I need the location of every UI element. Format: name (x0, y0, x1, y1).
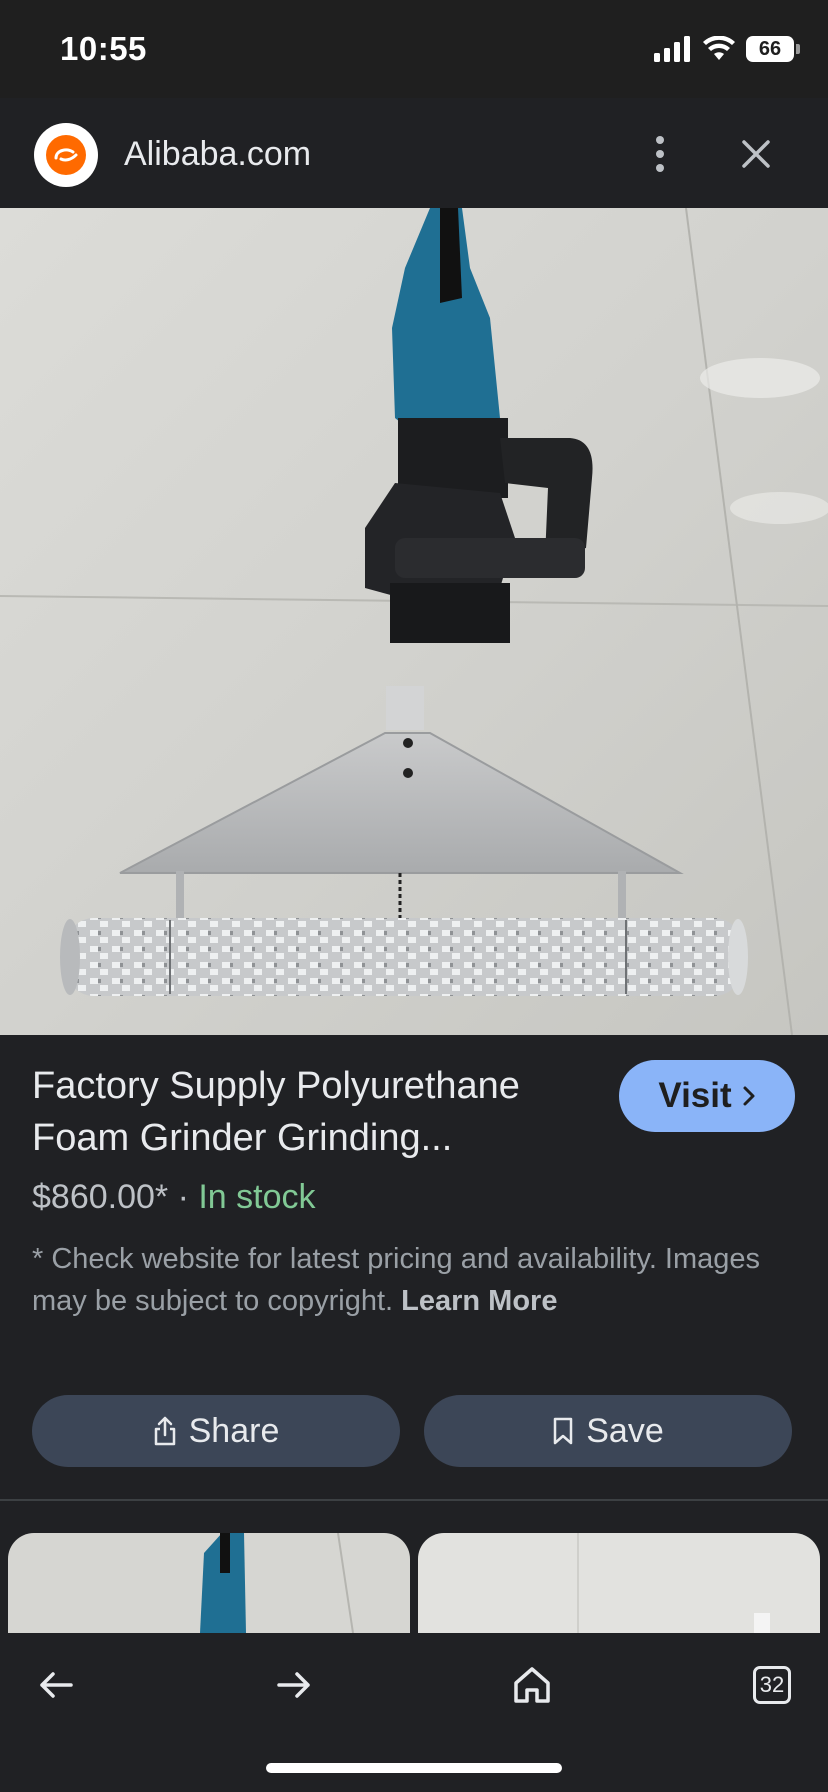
battery-level: 66 (758, 37, 782, 60)
share-label: Share (188, 1411, 280, 1450)
visit-label: Visit (658, 1076, 732, 1115)
disclaimer: * Check website for latest pricing and a… (32, 1238, 802, 1322)
site-logo[interactable] (34, 123, 98, 187)
bottom-nav: 32 (0, 1633, 828, 1792)
divider (0, 1499, 828, 1501)
tabs-count: 32 (753, 1666, 791, 1704)
signal-icon (654, 36, 690, 62)
status-icons: 66 (654, 34, 800, 64)
more-options-icon[interactable] (644, 126, 676, 182)
back-arrow-icon[interactable] (26, 1655, 86, 1715)
price-row: $860.00* · In stock (32, 1178, 316, 1217)
alibaba-logo-icon (46, 135, 86, 175)
save-label: Save (586, 1411, 664, 1450)
home-indicator[interactable] (266, 1763, 562, 1773)
close-icon[interactable] (736, 126, 776, 182)
visit-button[interactable]: Visit (619, 1060, 795, 1132)
related-image-2[interactable] (418, 1533, 820, 1633)
bookmark-icon (554, 1417, 573, 1445)
wifi-icon (703, 36, 735, 60)
site-title[interactable]: Alibaba.com (124, 135, 311, 174)
status-bar: 10:55 66 (0, 0, 828, 98)
source-header: Alibaba.com (0, 98, 828, 208)
forward-arrow-icon[interactable] (264, 1655, 324, 1715)
disclaimer-text: * Check website for latest pricing and a… (32, 1243, 761, 1317)
price-separator: · (168, 1178, 199, 1216)
product-title[interactable]: Factory Supply Polyurethane Foam Grinder… (32, 1060, 592, 1164)
learn-more-link[interactable]: Learn More (401, 1285, 557, 1317)
status-time: 10:55 (60, 30, 147, 67)
share-button[interactable]: Share (32, 1395, 400, 1467)
save-button[interactable]: Save (424, 1395, 792, 1467)
tabs-button[interactable]: 32 (742, 1655, 802, 1715)
share-icon (154, 1416, 175, 1446)
related-image-1[interactable] (8, 1533, 410, 1633)
home-icon[interactable] (502, 1655, 562, 1715)
battery-icon: 66 (746, 36, 800, 62)
price: $860.00* (32, 1178, 169, 1216)
stock-status: In stock (198, 1178, 316, 1216)
product-image[interactable] (0, 208, 828, 1035)
chevron-right-icon (743, 1086, 755, 1106)
